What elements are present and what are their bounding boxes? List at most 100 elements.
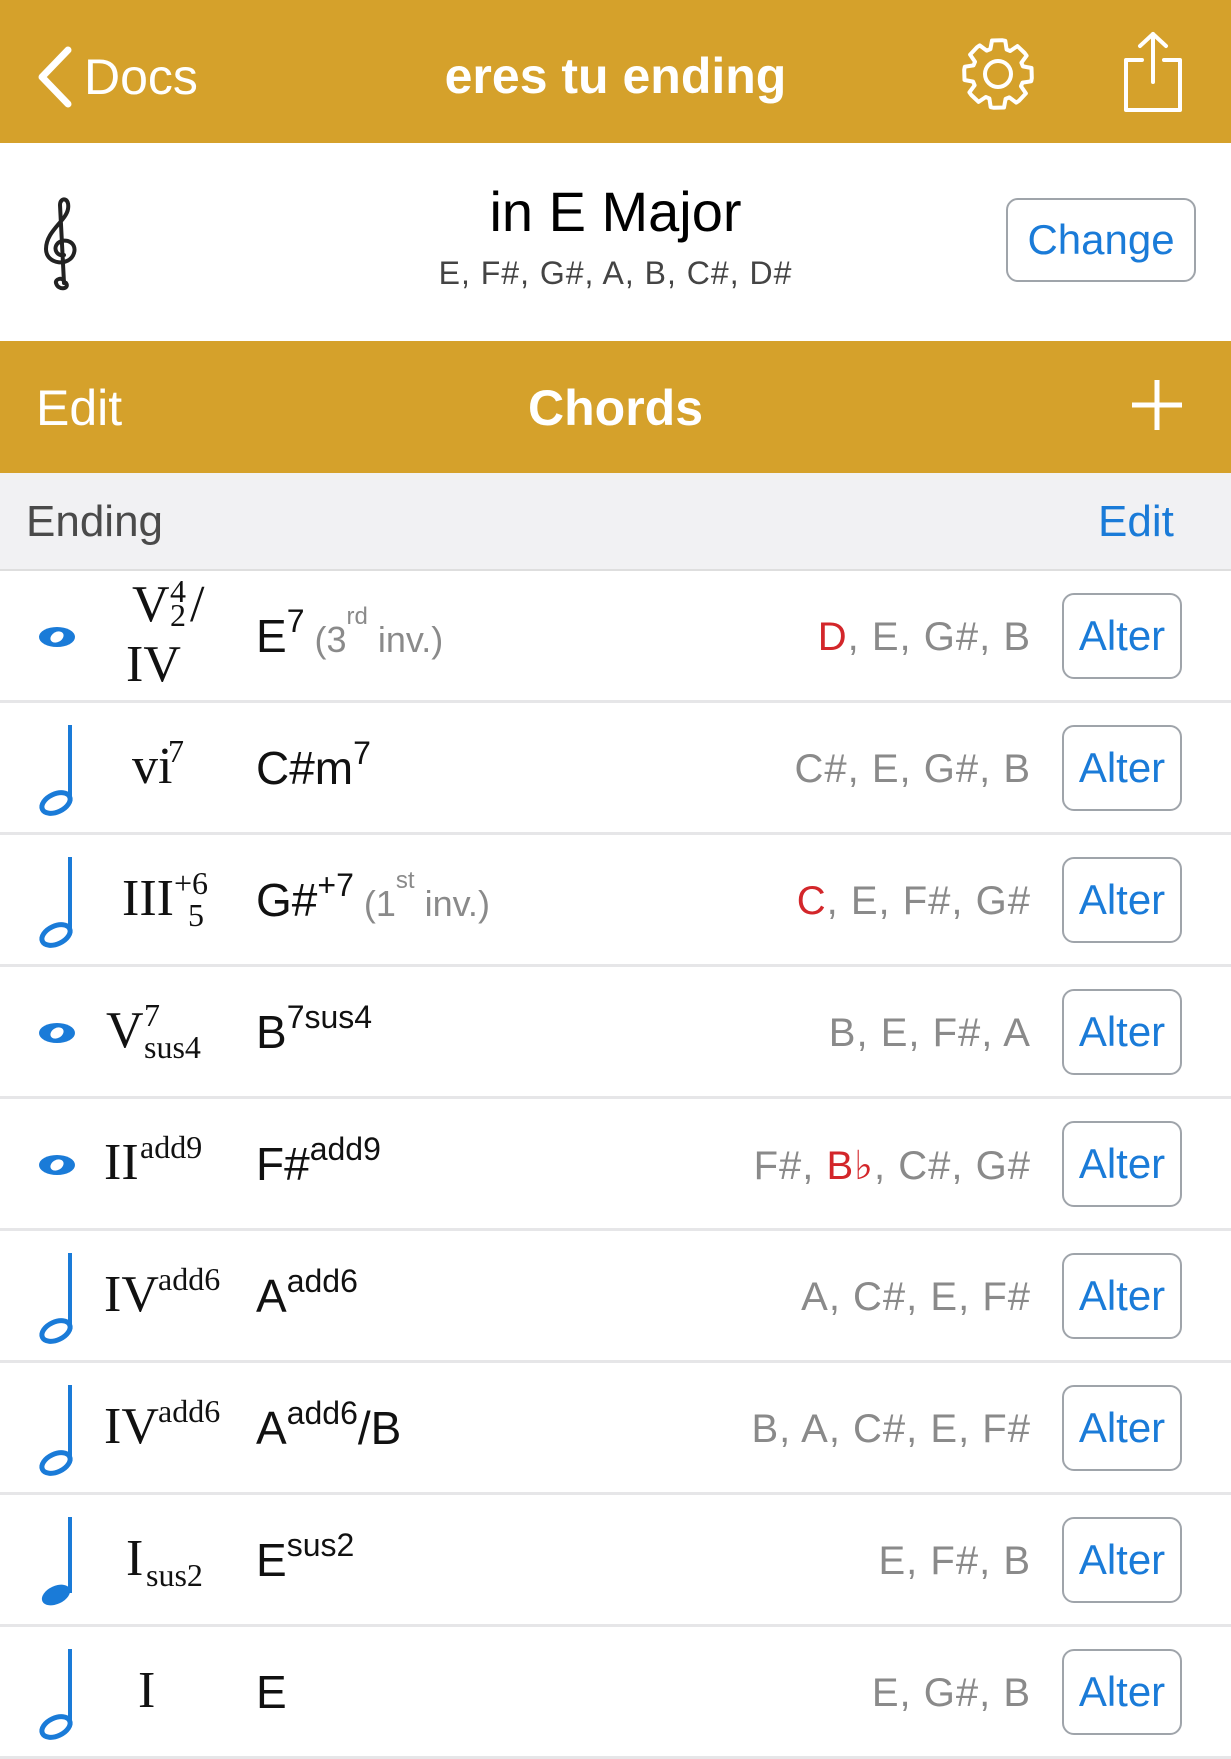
alter-button[interactable]: Alter: [1062, 1649, 1182, 1735]
inversion-word: inv.: [377, 619, 432, 660]
duration-icon-wrapper[interactable]: [32, 1377, 82, 1482]
roman-main: II: [104, 1134, 139, 1191]
chord-row[interactable]: IV add6 Aadd6 A, C#, E, F# Alter: [0, 1231, 1231, 1363]
chord-notes: E, G#, B: [872, 1671, 1031, 1716]
chord-notes: D, E, G#, B: [818, 615, 1031, 660]
duration-icon-wrapper[interactable]: [32, 717, 82, 822]
roman-subscript: 2: [170, 597, 186, 633]
duration-icon-wrapper[interactable]: [32, 1641, 82, 1746]
chord-row[interactable]: IV add6 Aadd6/B B, A, C#, E, F# Alter: [0, 1363, 1231, 1495]
alter-button[interactable]: Alter: [1062, 857, 1182, 943]
roman-main: IV: [104, 1266, 159, 1323]
chord-name: Aadd6: [256, 1265, 358, 1323]
chords-toolbar: Edit Chords: [0, 341, 1231, 473]
roman-main: I: [126, 1530, 144, 1587]
roman-subscript: sus2: [146, 1557, 203, 1593]
note-text: B, A, C#, E, F#: [751, 1407, 1031, 1451]
inversion-number: 1: [375, 883, 396, 924]
chord-row[interactable]: III +6 5 G#+7 (1st inv.) C, E, F#, G# Alter: [0, 835, 1231, 967]
chord-quality: add6: [286, 1395, 358, 1431]
note-text: F#,: [753, 1144, 827, 1188]
chord-root: A: [256, 1402, 287, 1454]
roman-main: I: [138, 1662, 156, 1719]
roman-numeral: I: [90, 1627, 240, 1755]
chord-row[interactable]: Isus2 Esus2 E, F#, B Alter: [0, 1495, 1231, 1627]
half-note-icon: [39, 1253, 73, 1344]
roman-numeral: IV add6: [90, 1363, 240, 1491]
roman-superscript: add6: [158, 1393, 221, 1429]
chord-name: E7 (3rd inv.): [256, 603, 444, 663]
roman-numeral: V 4 2/IV: [90, 571, 240, 699]
inversion-label: (1st inv.): [353, 867, 490, 925]
roman-numeral: IV add6: [90, 1231, 240, 1359]
chord-name: C#m7: [256, 737, 371, 795]
roman-superscript: add6: [158, 1261, 221, 1297]
alter-button[interactable]: Alter: [1062, 725, 1182, 811]
chord-quality: add9: [309, 1131, 381, 1167]
duration-icon-wrapper[interactable]: [32, 577, 82, 682]
chord-quality: 7: [286, 603, 305, 639]
chord-row[interactable]: II add9 F#add9 F#, B♭, C#, G# Alter: [0, 1099, 1231, 1231]
chord-notes: C#, E, G#, B: [794, 747, 1031, 792]
chord-name: Esus2: [256, 1529, 354, 1587]
chord-row[interactable]: V 4 2/IV E7 (3rd inv.) D, E, G#, B Alter: [0, 571, 1231, 703]
chord-name: F#add9: [256, 1133, 381, 1191]
gear-icon[interactable]: [958, 34, 1038, 114]
alter-button[interactable]: Alter: [1062, 593, 1182, 679]
chord-row[interactable]: vi 7 C#m7 C#, E, G#, B Alter: [0, 703, 1231, 835]
quarter-note-icon: [41, 1517, 72, 1606]
plus-icon[interactable]: [1130, 378, 1184, 432]
key-bar: in E Major E, F#, G#, A, B, C#, D# Chang…: [0, 143, 1231, 341]
duration-icon-wrapper[interactable]: [32, 1245, 82, 1350]
half-note-icon: [39, 1385, 73, 1476]
section-title: Ending: [26, 497, 164, 546]
chord-row[interactable]: I E E, G#, B Alter: [0, 1627, 1231, 1759]
roman-main: V: [106, 1002, 144, 1059]
chord-quality: 7sus4: [286, 999, 373, 1035]
roman-main: vi: [132, 738, 173, 795]
altered-note: C: [796, 879, 827, 923]
chord-name: E: [256, 1665, 287, 1719]
alter-button[interactable]: Alter: [1062, 1517, 1182, 1603]
note-text: , C#, G#: [874, 1144, 1031, 1188]
duration-icon-wrapper[interactable]: [32, 973, 82, 1078]
inversion-label: (3rd inv.): [304, 603, 444, 661]
duration-icon-wrapper[interactable]: [32, 849, 82, 954]
inversion-ordinal: st: [395, 867, 415, 894]
half-note-icon: [39, 725, 73, 816]
roman-second-line: IV: [126, 636, 181, 693]
chord-root: E: [256, 1534, 287, 1586]
roman-superscript: add9: [140, 1129, 203, 1165]
roman-subscript: 5: [188, 897, 204, 933]
alter-button[interactable]: Alter: [1062, 989, 1182, 1075]
section-edit-button[interactable]: Edit: [1098, 497, 1174, 547]
half-note-icon: [39, 1649, 73, 1740]
roman-main: V: [132, 576, 170, 633]
chord-name: B7sus4: [256, 1001, 372, 1059]
inversion-number: 3: [326, 619, 347, 660]
chord-name: Aadd6/B: [256, 1397, 401, 1455]
alter-button[interactable]: Alter: [1062, 1253, 1182, 1339]
alter-button[interactable]: Alter: [1062, 1121, 1182, 1207]
note-text: E, F#, B: [878, 1539, 1031, 1583]
roman-numeral: vi 7: [90, 703, 240, 831]
chord-notes: A, C#, E, F#: [801, 1275, 1031, 1320]
inversion-ordinal: rd: [346, 603, 368, 630]
chord-root: G#: [256, 874, 318, 926]
roman-numeral: II add9: [90, 1099, 240, 1227]
roman-numeral: V 7 sus4: [90, 967, 240, 1095]
share-icon[interactable]: [1120, 30, 1186, 116]
chord-quality: sus2: [286, 1527, 355, 1563]
alter-button[interactable]: Alter: [1062, 1385, 1182, 1471]
note-text: B, E, F#, A: [828, 1011, 1031, 1055]
document-title: eres tu ending: [444, 48, 787, 104]
section-header: Ending Edit: [0, 473, 1231, 571]
change-key-button[interactable]: Change: [1006, 198, 1196, 282]
altered-note: B♭: [826, 1144, 875, 1188]
inversion-word: inv.: [424, 883, 478, 924]
chord-row[interactable]: V 7 sus4 B7sus4 B, E, F#, A Alter: [0, 967, 1231, 1099]
duration-icon-wrapper[interactable]: [32, 1105, 82, 1210]
duration-icon-wrapper[interactable]: [32, 1509, 82, 1614]
chord-root: C#m: [256, 742, 354, 794]
chords-title: Chords: [528, 380, 703, 436]
